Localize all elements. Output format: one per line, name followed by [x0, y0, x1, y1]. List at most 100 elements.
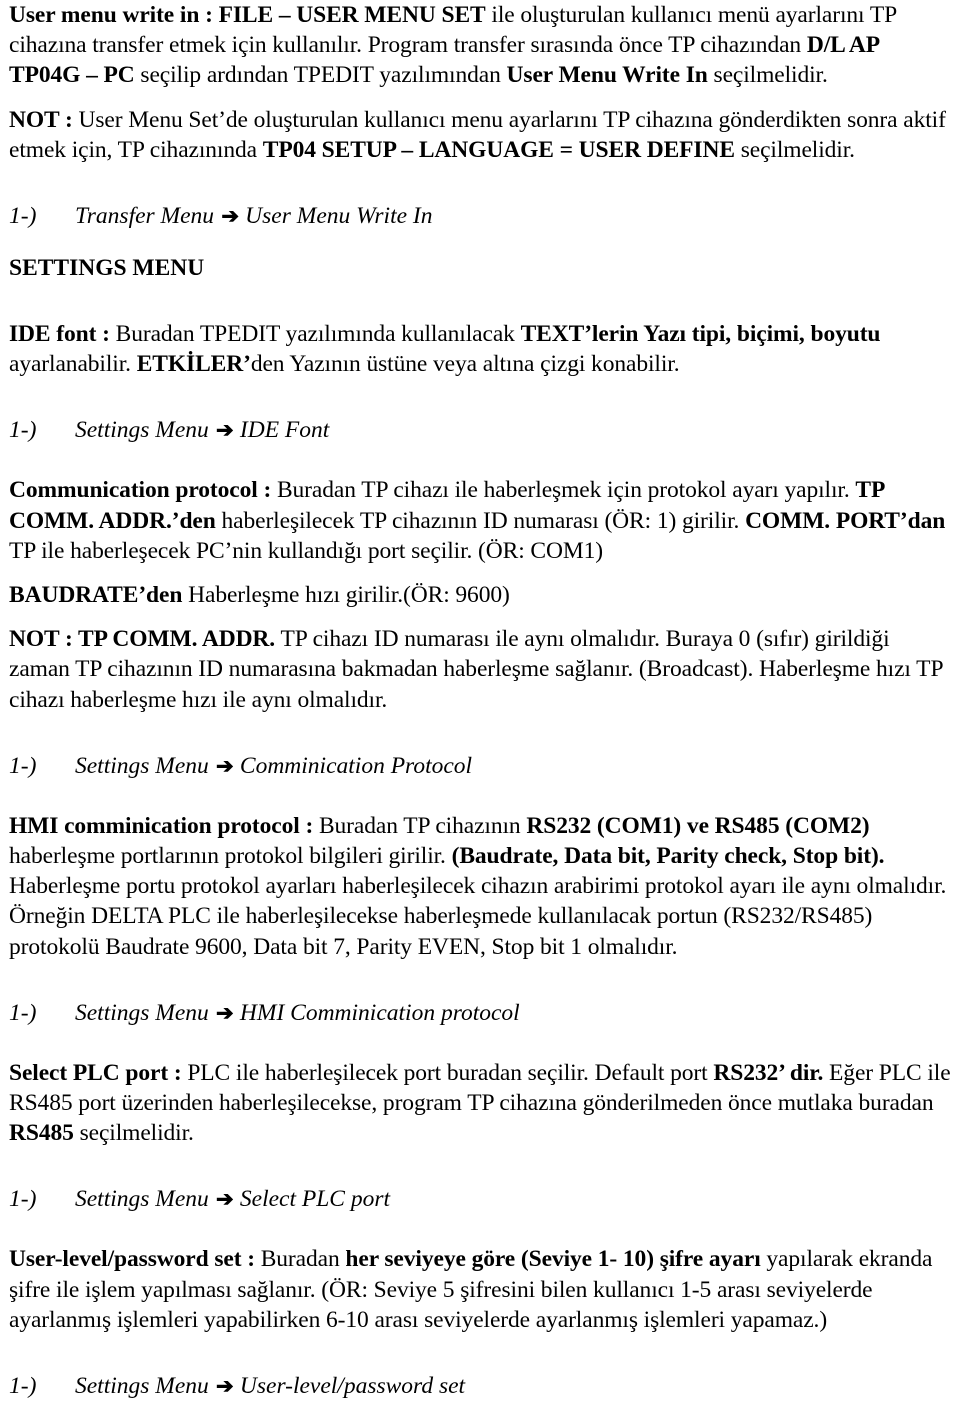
- emphasis-run: COMM. PORT’dan: [745, 507, 946, 534]
- emphasis-run: ETKİLER’: [136, 351, 251, 378]
- nav-path-start: Transfer Menu: [75, 203, 215, 230]
- emphasis-run: RS232’ dir.: [713, 1059, 824, 1086]
- emphasis-run: NOT :: [9, 106, 73, 133]
- vertical-spacer: [0, 984, 960, 998]
- nav-path-end: HMI Comminication protocol: [239, 999, 520, 1026]
- nav-item-number: 1-): [9, 203, 37, 230]
- nav-path-start: Settings Menu: [75, 1186, 209, 1213]
- emphasis-run: User-level/password set :: [9, 1246, 255, 1273]
- vertical-spacer: [0, 379, 960, 401]
- vertical-spacer: [0, 1148, 960, 1170]
- nav-path-end: Comminication Protocol: [239, 752, 473, 779]
- arrow-right-icon: ➔: [210, 1374, 239, 1399]
- vertical-spacer: [0, 231, 960, 253]
- text-run: den Yazının üstüne veya altına çizgi kon…: [250, 351, 680, 378]
- vertical-spacer: [0, 1335, 960, 1357]
- nav-path-nav-comm-protocol[interactable]: 1-) Settings Menu ➔ Comminication Protoco…: [0, 751, 960, 781]
- paragraph-communication-protocol: Communication protocol : Buradan TP ciha…: [0, 475, 960, 566]
- paragraph-comm-note: NOT : TP COMM. ADDR. TP cihazı ID numara…: [0, 624, 960, 715]
- document-page: User menu write in : FILE – USER MENU SE…: [0, 0, 960, 1399]
- nav-path-start: Settings Menu: [75, 1373, 209, 1400]
- vertical-spacer: [0, 715, 960, 737]
- arrow-right-icon: ➔: [210, 1000, 239, 1025]
- text-run: seçilmelidir.: [734, 136, 855, 163]
- text-run: Buradan: [254, 1246, 346, 1273]
- nav-path-nav-transfer-menu[interactable]: 1-) Transfer Menu ➔ User Menu Write In: [0, 201, 960, 231]
- text-run: ayarlanabilir.: [9, 351, 137, 378]
- nav-path-start: Settings Menu: [75, 999, 209, 1026]
- emphasis-run: RS232 (COM1) ve RS485 (COM2): [526, 812, 870, 839]
- document-content: User menu write in : FILE – USER MENU SE…: [0, 0, 960, 1401]
- nav-path-end: User-level/password set: [239, 1373, 466, 1400]
- text-run: seçilip ardından TPEDIT yazılımından: [134, 62, 507, 89]
- text-run: seçilmelidir.: [73, 1120, 194, 1147]
- emphasis-run: her seviyeye göre (Seviye 1- 10) şifre a…: [345, 1246, 761, 1273]
- paragraph-ide-font: IDE font : Buradan TPEDIT yazılımında ku…: [0, 319, 960, 379]
- emphasis-run: TEXT’lerin Yazı tipi, biçimi, boyutu: [520, 321, 881, 348]
- section-heading: SETTINGS MENU: [9, 255, 205, 282]
- emphasis-run: Communication protocol :: [9, 477, 272, 504]
- emphasis-run: Select PLC port :: [9, 1059, 182, 1086]
- emphasis-run: User Menu Write In: [506, 62, 708, 89]
- emphasis-run: RS485: [9, 1120, 74, 1147]
- nav-path-nav-hmi-comm[interactable]: 1-) Settings Menu ➔ HMI Comminication pro…: [0, 998, 960, 1028]
- emphasis-run: HMI comminication protocol :: [9, 812, 314, 839]
- vertical-spacer: [0, 165, 960, 187]
- text-run: PLC ile haberleşilecek port buradan seçi…: [181, 1059, 714, 1086]
- text-run: TP ile haberleşecek PC’nin kullandığı po…: [9, 537, 604, 564]
- emphasis-run: User menu write in : FILE: [9, 2, 279, 28]
- paragraph-baudrate-line: BAUDRATE’den Haberleşme hızı girilir.(ÖR…: [0, 580, 960, 610]
- nav-path-end: Select PLC port: [239, 1186, 391, 1213]
- nav-item-number: 1-): [9, 999, 37, 1026]
- emphasis-run: NOT : TP COMM. ADDR.: [9, 626, 276, 653]
- nav-path-nav-ide-font[interactable]: 1-) Settings Menu ➔ IDE Font: [0, 415, 960, 445]
- vertical-spacer: [0, 283, 960, 319]
- emphasis-run: IDE font :: [9, 321, 110, 348]
- paragraph-user-level-password-set: User-level/password set : Buradan her se…: [0, 1244, 960, 1335]
- vertical-spacer: [0, 566, 960, 580]
- emphasis-run: USER MENU SET: [290, 2, 486, 28]
- text-run: Haberleşme hızı girilir.(ÖR: 9600): [182, 582, 510, 609]
- nav-path-nav-select-plc-port[interactable]: 1-) Settings Menu ➔ Select PLC port: [0, 1184, 960, 1214]
- nav-path-start: Settings Menu: [75, 417, 209, 444]
- paragraph-user-menu-note: NOT : User Menu Set’de oluşturulan kulla…: [0, 105, 960, 165]
- arrow-right-icon: ➔: [210, 753, 239, 778]
- text-run: seçilmelidir.: [707, 62, 828, 89]
- text-run: haberleşilecek TP cihazının ID numarası …: [215, 507, 746, 534]
- nav-path-end: IDE Font: [239, 417, 330, 444]
- emphasis-run: –: [278, 2, 291, 28]
- vertical-spacer: [0, 187, 960, 201]
- vertical-spacer: [0, 1214, 960, 1244]
- nav-item-number: 1-): [9, 417, 37, 444]
- vertical-spacer: [0, 781, 960, 811]
- text-run: Haberleşme portu protokol ayarları haber…: [9, 873, 947, 960]
- nav-item-number: 1-): [9, 1373, 37, 1400]
- vertical-spacer: [0, 737, 960, 751]
- nav-path-nav-user-level-password[interactable]: 1-) Settings Menu ➔ User-level/password s…: [0, 1371, 960, 1401]
- paragraph-user-menu-write-in: User menu write in : FILE – USER MENU SE…: [0, 0, 960, 91]
- nav-item-number: 1-): [9, 752, 37, 779]
- text-run: Buradan TPEDIT yazılımında kullanılacak: [109, 321, 521, 348]
- nav-path-start: Settings Menu: [75, 752, 209, 779]
- arrow-right-icon: ➔: [210, 1187, 239, 1212]
- emphasis-run: BAUDRATE’den: [9, 582, 183, 609]
- text-run: Buradan TP cihazının: [313, 812, 527, 839]
- vertical-spacer: [0, 610, 960, 624]
- arrow-right-icon: ➔: [216, 204, 245, 229]
- vertical-spacer: [0, 91, 960, 105]
- vertical-spacer: [0, 401, 960, 415]
- vertical-spacer: [0, 962, 960, 984]
- emphasis-run: (Baudrate, Data bit, Parity check, Stop …: [451, 843, 885, 870]
- emphasis-run: TP04 SETUP – LANGUAGE = USER DEFINE: [262, 136, 735, 163]
- nav-item-number: 1-): [9, 1186, 37, 1213]
- vertical-spacer: [0, 445, 960, 475]
- vertical-spacer: [0, 1028, 960, 1058]
- text-run: haberleşme portlarının protokol bilgiler…: [9, 843, 452, 870]
- arrow-right-icon: ➔: [210, 418, 239, 443]
- vertical-spacer: [0, 1170, 960, 1184]
- text-run: Buradan TP cihazı ile haberleşmek için p…: [271, 477, 856, 504]
- paragraph-hmi-comm-protocol: HMI comminication protocol : Buradan TP …: [0, 811, 960, 962]
- paragraph-select-plc-port: Select PLC port : PLC ile haberleşilecek…: [0, 1058, 960, 1149]
- nav-path-end: User Menu Write In: [245, 203, 433, 230]
- vertical-spacer: [0, 1357, 960, 1371]
